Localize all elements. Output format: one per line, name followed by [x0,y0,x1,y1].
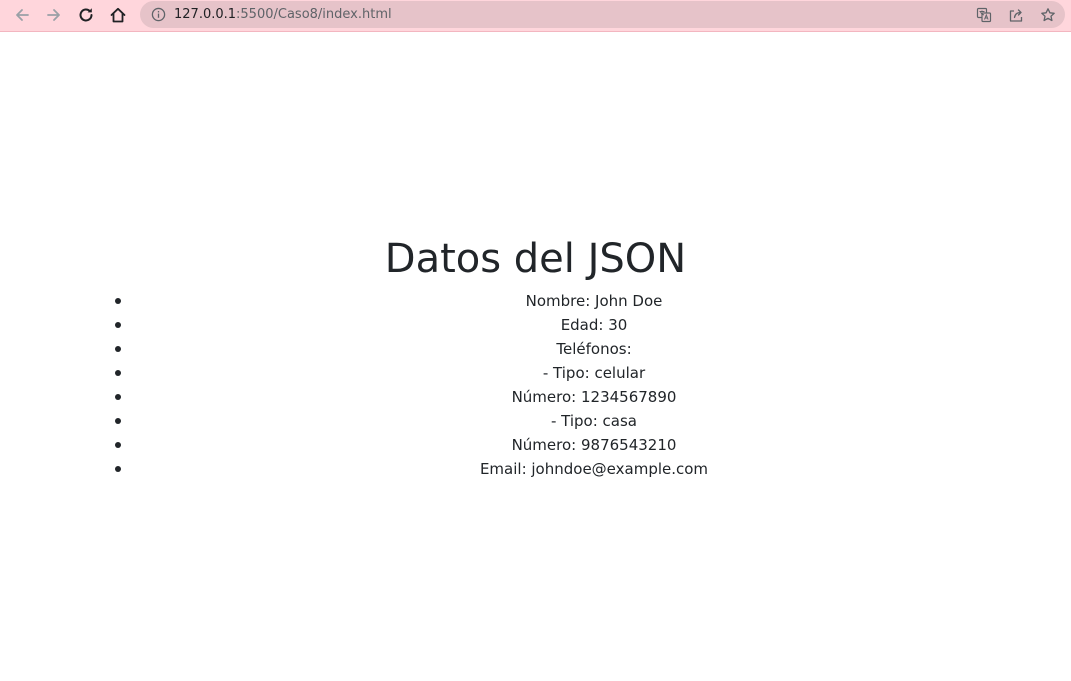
json-data-list: Nombre: John Doe Edad: 30 Teléfonos: - T… [88,289,1068,481]
arrow-right-icon [47,9,60,21]
bullet-icon [115,298,121,304]
url-host: 127.0.0.1 [174,7,237,22]
translate-button[interactable] [974,5,994,25]
list-item-tipo-celular: - Tipo: celular [115,361,1068,385]
bullet-icon [115,466,121,472]
list-item-text: Número: 9876543210 [511,436,677,454]
list-item-text: Nombre: John Doe [525,292,663,310]
translate-icon [976,7,992,23]
share-button[interactable] [1006,5,1026,25]
bullet-icon [115,370,121,376]
home-icon [110,7,126,23]
back-button[interactable] [10,4,34,26]
url-path: :5500/Caso8/index.html [236,7,392,22]
star-icon [1041,8,1055,22]
reload-icon [79,8,93,22]
page-title: Datos del JSON [384,236,687,282]
address-bar[interactable]: 127.0.0.1:5500/Caso8/index.html [140,1,1065,28]
bullet-icon [115,346,121,352]
info-icon[interactable] [151,7,166,22]
browser-toolbar: 127.0.0.1:5500/Caso8/index.html [0,0,1071,32]
share-icon [1009,9,1023,22]
list-item-text: Teléfonos: [556,340,632,358]
bullet-icon [115,394,121,400]
list-item-tipo-casa: - Tipo: casa [115,409,1068,433]
list-item-text: Número: 1234567890 [511,388,677,406]
bookmark-button[interactable] [1038,5,1058,25]
arrow-left-icon [16,9,29,21]
list-item-text: - Tipo: celular [542,364,646,382]
home-button[interactable] [106,4,130,26]
list-item-edad: Edad: 30 [115,313,1068,337]
list-item-nombre: Nombre: John Doe [115,289,1068,313]
reload-button[interactable] [74,4,98,26]
list-item-text: - Tipo: casa [550,412,637,430]
bullet-icon [115,442,121,448]
list-item-email: Email: johndoe@example.com [115,457,1068,481]
list-item-text: Edad: 30 [560,316,628,334]
list-item-text: Email: johndoe@example.com [479,460,709,478]
list-item-numero-celular: Número: 1234567890 [115,385,1068,409]
page-content: Datos del JSON Nombre: John Doe Edad: 30… [0,32,1071,680]
forward-button[interactable] [42,4,66,26]
list-item-telefonos: Teléfonos: [115,337,1068,361]
bullet-icon [115,418,121,424]
bullet-icon [115,322,121,328]
list-item-numero-casa: Número: 9876543210 [115,433,1068,457]
url-text[interactable]: 127.0.0.1:5500/Caso8/index.html [174,7,392,22]
